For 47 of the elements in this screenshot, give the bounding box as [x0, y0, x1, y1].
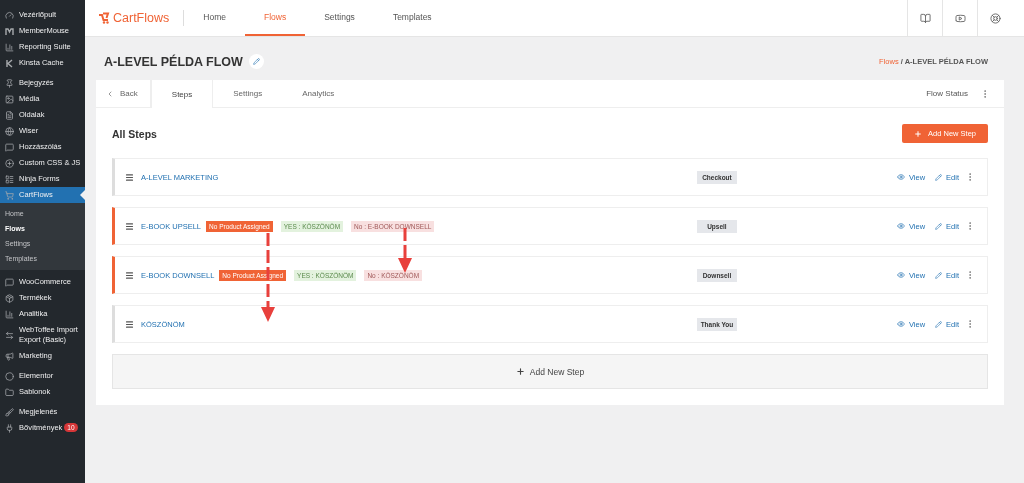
gauge-icon — [5, 10, 14, 20]
pencil-icon — [935, 320, 943, 328]
pin-icon — [5, 78, 14, 88]
pencil-icon — [935, 222, 943, 230]
letter-k-icon — [5, 58, 14, 68]
plus-icon — [515, 367, 525, 376]
bar-chart-icon — [5, 309, 14, 319]
form-icon — [5, 174, 14, 184]
circle-icon — [5, 371, 14, 381]
bar-chart-icon — [5, 42, 14, 52]
eye-icon — [896, 222, 905, 230]
page-title: A-LEVEL PÉLDA FLOW — [104, 54, 243, 69]
pencil-icon — [935, 173, 943, 181]
nav-tab[interactable]: Settings — [305, 0, 374, 36]
drag-handle-icon[interactable] — [125, 270, 134, 280]
plus-icon — [914, 129, 923, 138]
megaphone-icon — [5, 351, 14, 361]
pencil-icon — [935, 271, 943, 279]
drag-handle-icon[interactable] — [125, 172, 134, 182]
chevron-left-icon — [106, 89, 114, 98]
comment-icon — [5, 142, 14, 152]
pencil-icon — [252, 58, 260, 65]
letter-m-icon — [5, 26, 14, 36]
eye-icon — [896, 320, 905, 328]
plug-icon — [5, 423, 14, 433]
brush-icon — [5, 407, 14, 417]
eye-icon — [896, 173, 905, 181]
eye-icon — [896, 271, 905, 279]
folder-icon — [5, 387, 14, 397]
section-title: All Steps — [112, 127, 157, 140]
cart-icon — [5, 190, 14, 200]
speech-bubble-icon — [5, 277, 14, 287]
flow-status-label: Flow Status — [926, 89, 968, 98]
plus-circle-icon — [5, 158, 14, 168]
add-step-row[interactable]: Add New Step — [112, 354, 988, 389]
edit-title-button[interactable] — [248, 54, 264, 69]
tab[interactable]: Steps — [150, 80, 214, 108]
annotation-arrow — [398, 228, 412, 273]
globe-icon — [5, 126, 14, 136]
arrows-icon — [5, 330, 14, 340]
box-icon — [5, 293, 14, 303]
drag-handle-icon[interactable] — [125, 221, 134, 231]
media-icon — [5, 94, 14, 104]
nav-tab[interactable]: Home — [184, 0, 245, 36]
page-icon — [5, 110, 14, 120]
nav-tab[interactable]: Templates — [373, 0, 451, 36]
drag-handle-icon[interactable] — [125, 319, 134, 329]
